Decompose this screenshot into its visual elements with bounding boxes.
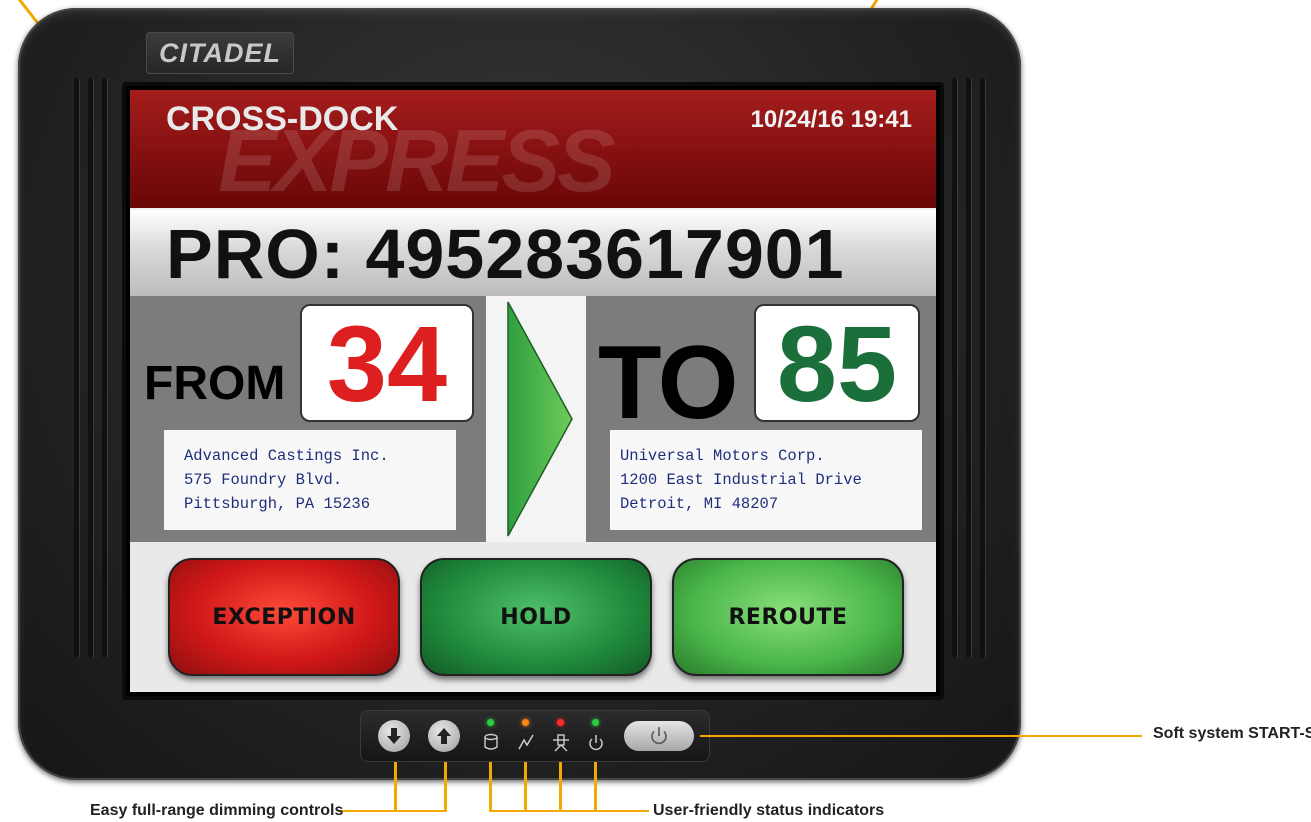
from-panel: FROM 34 Advanced Castings Inc. 575 Found… bbox=[130, 296, 486, 542]
dim-up-icon bbox=[437, 728, 451, 744]
pro-number-bar: PRO: 495283617901 bbox=[130, 208, 936, 298]
power-icon bbox=[651, 727, 667, 745]
display-screen: EXPRESS CROSS-DOCK 10/24/16 19:41 PRO: 4… bbox=[122, 82, 944, 700]
callout-line-status bbox=[559, 762, 562, 812]
callout-line-status bbox=[594, 762, 597, 812]
to-door-number: 85 bbox=[754, 303, 920, 424]
callout-line-dim bbox=[444, 762, 447, 812]
to-label: TO bbox=[598, 325, 739, 441]
network-icon bbox=[553, 734, 569, 752]
reroute-button[interactable]: REROUTE bbox=[672, 558, 904, 676]
vent-slot bbox=[102, 78, 107, 658]
address-line: 1200 East Industrial Drive bbox=[620, 471, 862, 489]
brand-logo: CITADEL bbox=[146, 32, 294, 74]
vent-slot bbox=[966, 78, 971, 658]
callout-line-status bbox=[524, 762, 527, 812]
callout-dimming: Easy full-range dimming controls bbox=[90, 802, 344, 819]
from-door-number: 34 bbox=[300, 303, 474, 424]
vent-slot bbox=[980, 78, 985, 658]
to-panel: TO 85 Universal Motors Corp. 1200 East I… bbox=[586, 296, 936, 542]
address-line: Pittsburgh, PA 15236 bbox=[184, 495, 371, 513]
from-address: Advanced Castings Inc. 575 Foundry Blvd.… bbox=[164, 430, 456, 530]
vent-slot bbox=[88, 78, 93, 658]
dim-down-button[interactable] bbox=[378, 720, 410, 752]
address-line: Universal Motors Corp. bbox=[620, 447, 825, 465]
callout-status: User-friendly status indicators bbox=[653, 802, 885, 819]
status-led-activity bbox=[522, 719, 529, 726]
action-button-row: EXCEPTION HOLD REROUTE bbox=[130, 542, 936, 692]
callout-line-dim bbox=[338, 810, 447, 812]
storage-icon bbox=[484, 733, 498, 750]
app-header: EXPRESS CROSS-DOCK 10/24/16 19:41 bbox=[130, 90, 936, 208]
screen-content: EXPRESS CROSS-DOCK 10/24/16 19:41 PRO: 4… bbox=[130, 90, 936, 692]
vent-slot bbox=[952, 78, 957, 658]
app-title: CROSS-DOCK bbox=[166, 100, 399, 138]
power-status-icon bbox=[589, 735, 603, 751]
address-line: 575 Foundry Blvd. bbox=[184, 471, 343, 489]
status-led-power bbox=[592, 719, 599, 726]
datetime-label: 10/24/16 19:41 bbox=[750, 106, 912, 133]
status-led-network bbox=[557, 719, 564, 726]
arrow-right-icon bbox=[507, 301, 573, 537]
dim-up-button[interactable] bbox=[428, 720, 460, 752]
activity-icon bbox=[518, 734, 534, 750]
to-address: Universal Motors Corp. 1200 East Industr… bbox=[610, 430, 922, 530]
pro-number: PRO: 495283617901 bbox=[166, 215, 845, 293]
hold-button[interactable]: HOLD bbox=[420, 558, 652, 676]
vent-slot bbox=[74, 78, 79, 658]
dim-down-icon bbox=[387, 728, 401, 744]
address-line: Advanced Castings Inc. bbox=[184, 447, 389, 465]
callout-line-dim bbox=[394, 762, 397, 812]
direction-panel bbox=[486, 296, 586, 542]
callout-line-status bbox=[489, 810, 649, 812]
callout-line-status bbox=[489, 762, 492, 812]
exception-button[interactable]: EXCEPTION bbox=[168, 558, 400, 676]
control-strip bbox=[360, 710, 710, 762]
status-led-storage bbox=[487, 719, 494, 726]
from-label: FROM bbox=[144, 357, 286, 410]
callout-line-start-stop bbox=[700, 735, 1142, 737]
power-button[interactable] bbox=[624, 721, 694, 751]
callout-start-stop: Soft system START-STOP bbox=[1153, 725, 1311, 742]
address-line: Detroit, MI 48207 bbox=[620, 495, 779, 513]
